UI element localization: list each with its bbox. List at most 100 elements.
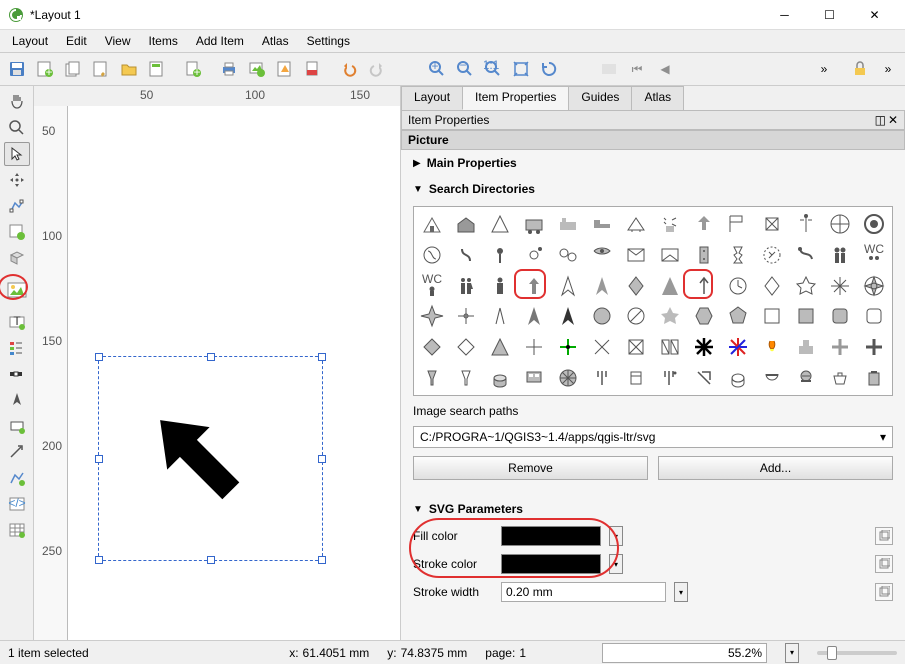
svg-symbol[interactable] — [620, 271, 653, 301]
svg-symbol-arrow-up[interactable] — [518, 271, 551, 301]
new-layout-button[interactable]: + — [32, 56, 58, 82]
svg-symbol-thin-arrow[interactable] — [687, 271, 720, 301]
export-image-button[interactable] — [244, 56, 270, 82]
svg-symbol[interactable] — [416, 332, 449, 362]
add-map-tool[interactable] — [4, 220, 30, 244]
svg-symbol[interactable] — [789, 271, 822, 301]
svg-symbol[interactable] — [789, 301, 822, 331]
stroke-color-swatch[interactable] — [501, 554, 601, 574]
picture-item[interactable] — [98, 356, 323, 561]
svg-symbol[interactable] — [857, 271, 890, 301]
svg-symbol[interactable] — [518, 332, 551, 362]
atlas-preview-button[interactable] — [596, 56, 622, 82]
add-label-tool[interactable]: T — [4, 310, 30, 334]
svg-symbol[interactable] — [823, 209, 856, 239]
svg-symbol[interactable] — [653, 332, 686, 362]
svg-symbol[interactable] — [789, 332, 822, 362]
add-page-button[interactable]: + — [180, 56, 206, 82]
svg-symbol[interactable] — [687, 240, 720, 270]
svg-symbol[interactable] — [416, 301, 449, 331]
svg-symbol[interactable] — [586, 363, 619, 393]
layout-manager-button[interactable] — [88, 56, 114, 82]
svg-symbol[interactable] — [857, 363, 890, 393]
svg-symbol[interactable] — [552, 209, 585, 239]
zoom-actual-button[interactable]: 1:1 — [480, 56, 506, 82]
svg-symbol[interactable] — [484, 240, 517, 270]
svg-params-expander[interactable]: ▼ — [413, 504, 423, 515]
svg-symbol[interactable] — [755, 271, 788, 301]
add-scalebar-tool[interactable] — [4, 362, 30, 386]
svg-symbol[interactable] — [586, 209, 619, 239]
stroke-width-input[interactable] — [501, 582, 666, 602]
close-button[interactable]: ✕ — [852, 0, 897, 30]
svg-symbol[interactable] — [450, 209, 483, 239]
add-button[interactable]: Add... — [658, 456, 893, 480]
svg-symbol[interactable] — [620, 240, 653, 270]
svg-symbol[interactable] — [755, 332, 788, 362]
svg-symbol[interactable] — [653, 363, 686, 393]
svg-symbol[interactable] — [484, 271, 517, 301]
svg-symbol[interactable] — [450, 301, 483, 331]
save-template-button[interactable] — [144, 56, 170, 82]
stroke-override-button[interactable] — [875, 555, 893, 573]
svg-symbol[interactable] — [450, 363, 483, 393]
tab-item-properties[interactable]: Item Properties — [462, 86, 569, 110]
svg-symbol[interactable] — [552, 363, 585, 393]
svg-symbol[interactable] — [755, 240, 788, 270]
menu-add-item[interactable]: Add Item — [188, 32, 252, 50]
svg-symbol[interactable] — [687, 209, 720, 239]
open-folder-button[interactable] — [116, 56, 142, 82]
svg-symbol[interactable] — [721, 209, 754, 239]
svg-symbol[interactable] — [857, 301, 890, 331]
panel-close-icon[interactable]: ✕ — [888, 113, 898, 127]
search-path-dropdown[interactable]: C:/PROGRA~1/QGIS3~1.4/apps/qgis-ltr/svg … — [413, 426, 893, 448]
svg-symbol[interactable] — [653, 209, 686, 239]
tab-atlas[interactable]: Atlas — [631, 86, 684, 110]
svg-symbol[interactable] — [823, 301, 856, 331]
svg-symbol[interactable] — [653, 271, 686, 301]
zoom-slider[interactable] — [817, 651, 897, 655]
menu-settings[interactable]: Settings — [299, 32, 358, 50]
remove-button[interactable]: Remove — [413, 456, 648, 480]
fill-override-button[interactable] — [875, 527, 893, 545]
svg-symbol[interactable] — [857, 332, 890, 362]
pan-tool[interactable] — [4, 90, 30, 114]
add-html-tool[interactable]: </> — [4, 492, 30, 516]
svg-symbol[interactable] — [518, 301, 551, 331]
svg-symbol[interactable] — [620, 301, 653, 331]
svg-symbol-grid[interactable]: WC WC — [413, 206, 893, 396]
main-props-expander[interactable]: ▶ — [413, 158, 421, 169]
toolbar-overflow-button[interactable]: » — [811, 56, 837, 82]
layout-canvas[interactable] — [68, 106, 400, 640]
add-arrow-tool[interactable] — [4, 440, 30, 464]
print-button[interactable] — [216, 56, 242, 82]
svg-symbol[interactable] — [518, 240, 551, 270]
fill-color-swatch[interactable] — [501, 526, 601, 546]
svg-symbol[interactable] — [789, 240, 822, 270]
zoom-dropdown[interactable]: ▾ — [785, 643, 799, 663]
fill-color-dropdown[interactable]: ▾ — [609, 526, 623, 546]
svg-symbol[interactable]: WC — [857, 240, 890, 270]
svg-symbol[interactable] — [552, 332, 585, 362]
atlas-prev-button[interactable]: ◀ — [652, 56, 678, 82]
zoom-in-button[interactable]: + — [424, 56, 450, 82]
edit-nodes-tool[interactable] — [4, 194, 30, 218]
svg-symbol[interactable] — [586, 332, 619, 362]
zoom-tool[interactable] — [4, 116, 30, 140]
svg-symbol[interactable] — [450, 271, 483, 301]
svg-symbol[interactable] — [620, 363, 653, 393]
toolbar-overflow2-button[interactable]: » — [875, 56, 901, 82]
duplicate-layout-button[interactable] — [60, 56, 86, 82]
svg-symbol[interactable] — [755, 301, 788, 331]
add-picture-tool[interactable] — [4, 278, 30, 302]
svg-symbol[interactable] — [687, 332, 720, 362]
svg-symbol[interactable] — [484, 332, 517, 362]
svg-symbol[interactable] — [789, 209, 822, 239]
minimize-button[interactable]: ─ — [762, 0, 807, 30]
svg-symbol[interactable] — [823, 271, 856, 301]
svg-symbol[interactable] — [823, 363, 856, 393]
svg-symbol[interactable] — [450, 240, 483, 270]
svg-symbol[interactable] — [450, 332, 483, 362]
svg-symbol[interactable] — [721, 240, 754, 270]
svg-symbol[interactable] — [416, 209, 449, 239]
